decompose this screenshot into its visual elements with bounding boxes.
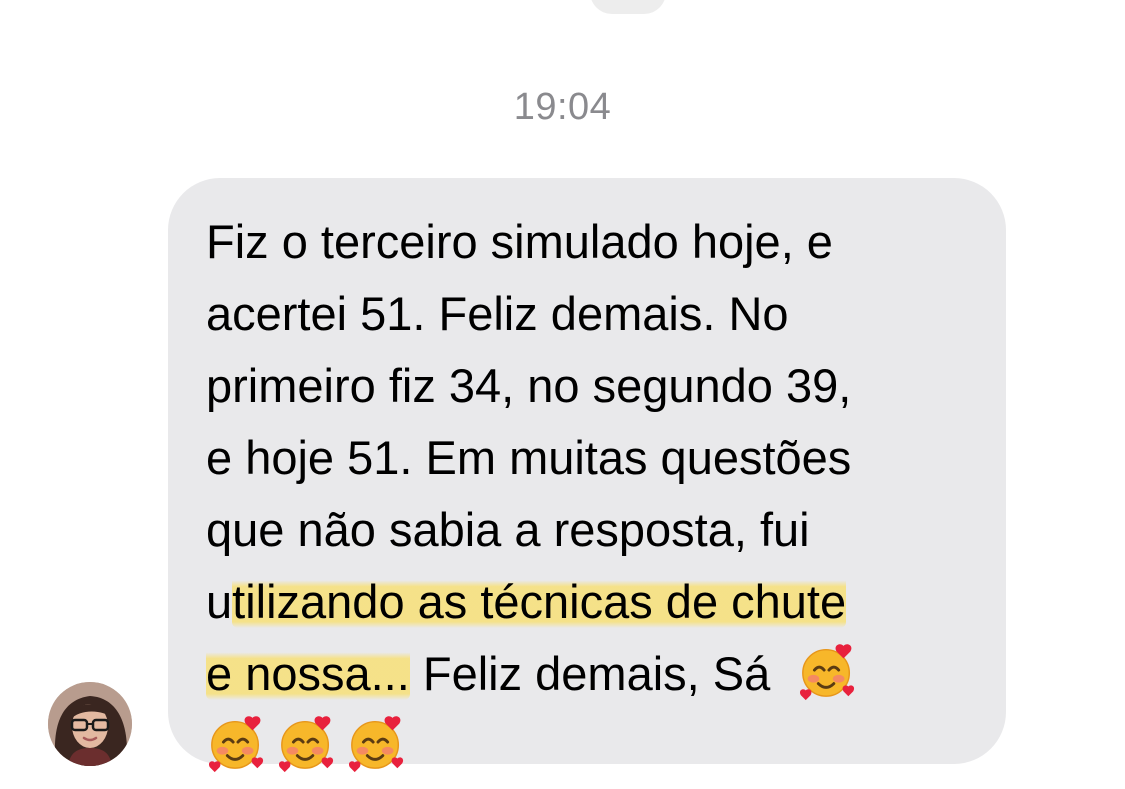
message-line: e nossa... Feliz demais, Sá xyxy=(206,638,986,710)
sender-avatar[interactable] xyxy=(48,682,132,766)
message-text: Fiz o terceiro simulado hoje, e acertei … xyxy=(206,206,986,782)
message-line: Fiz o terceiro simulado hoje, e xyxy=(206,215,833,268)
previous-bubble-edge xyxy=(590,0,666,14)
highlighted-text: e nossa... xyxy=(206,647,410,700)
smiling-face-with-hearts-icon xyxy=(797,640,859,702)
smiling-face-with-hearts-icon xyxy=(206,712,268,774)
message-line: que não sabia a resposta, fui xyxy=(206,503,810,556)
message-timestamp: 19:04 xyxy=(513,86,612,128)
message-text-segment: u xyxy=(206,575,233,628)
message-line xyxy=(206,710,986,782)
smiling-face-with-hearts-icon xyxy=(346,712,408,774)
message-line: e hoje 51. Em muitas questões xyxy=(206,431,852,484)
message-line: primeiro fiz 34, no segundo 39, xyxy=(206,359,852,412)
smiling-face-with-hearts-icon xyxy=(276,712,338,774)
message-line: utilizando as técnicas de chute xyxy=(206,566,986,638)
message-line: acertei 51. Feliz demais. No xyxy=(206,287,789,340)
highlighted-text: tilizando as técnicas de chute xyxy=(232,575,847,628)
avatar-photo-icon xyxy=(48,682,132,766)
message-text-segment: Feliz demais, Sá xyxy=(409,647,771,700)
